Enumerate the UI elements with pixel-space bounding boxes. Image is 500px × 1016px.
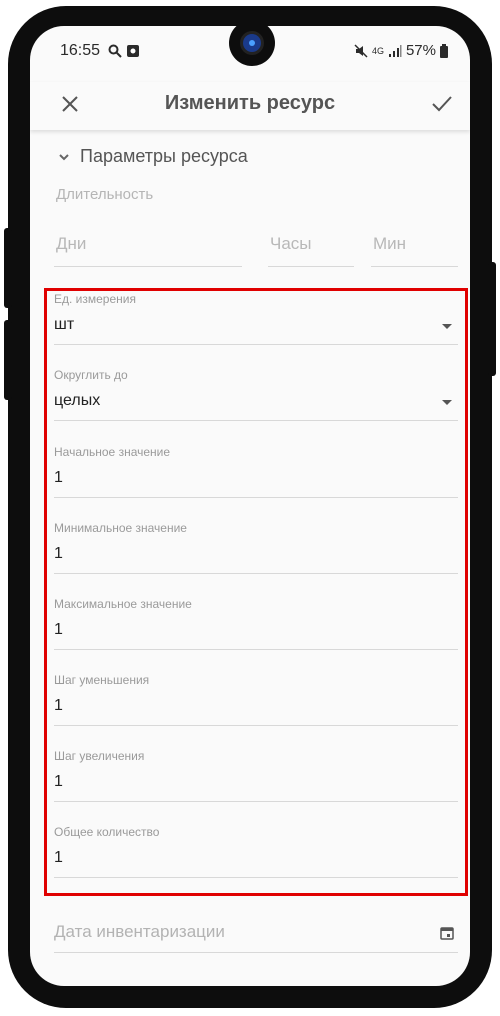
front-camera <box>229 26 275 66</box>
signal-icon <box>388 44 402 57</box>
duration-label: Длительность <box>56 186 154 203</box>
search-icon <box>108 44 122 58</box>
section-header[interactable]: Параметры ресурса <box>58 146 248 167</box>
side-button-left-1 <box>4 228 12 308</box>
hours-underline <box>268 266 354 267</box>
notification-app-icon <box>127 45 139 57</box>
app-bar: Изменить ресурс <box>30 82 470 130</box>
side-button-right <box>488 262 496 376</box>
hours-input[interactable]: Часы <box>270 234 312 254</box>
page-title: Изменить ресурс <box>164 92 336 114</box>
network-type: 4G <box>371 45 384 56</box>
battery-percent: 57% <box>405 42 436 59</box>
inventory-date-placeholder: Дата инвентаризации <box>54 922 225 941</box>
field-underline <box>54 952 458 953</box>
check-icon[interactable] <box>428 90 456 118</box>
section-title: Параметры ресурса <box>80 146 248 166</box>
side-button-left-2 <box>4 320 12 400</box>
battery-icon <box>440 43 448 58</box>
status-bar: 16:55 4G 57% <box>30 26 470 82</box>
minutes-input[interactable]: Мин <box>373 234 406 254</box>
minutes-underline <box>371 266 458 267</box>
mute-icon <box>354 43 368 58</box>
highlight-box <box>44 288 468 896</box>
status-time: 16:55 <box>60 42 101 59</box>
calendar-icon[interactable] <box>440 926 454 940</box>
days-input[interactable]: Дни <box>56 234 86 254</box>
status-right: 4G 57% <box>354 42 448 59</box>
days-underline <box>54 266 242 267</box>
inventory-date-field[interactable]: Дата инвентаризации <box>54 922 458 953</box>
chevron-down-icon <box>59 153 69 160</box>
screen: 16:55 4G 57% Изменить ресурс Параметры р… <box>30 26 470 986</box>
